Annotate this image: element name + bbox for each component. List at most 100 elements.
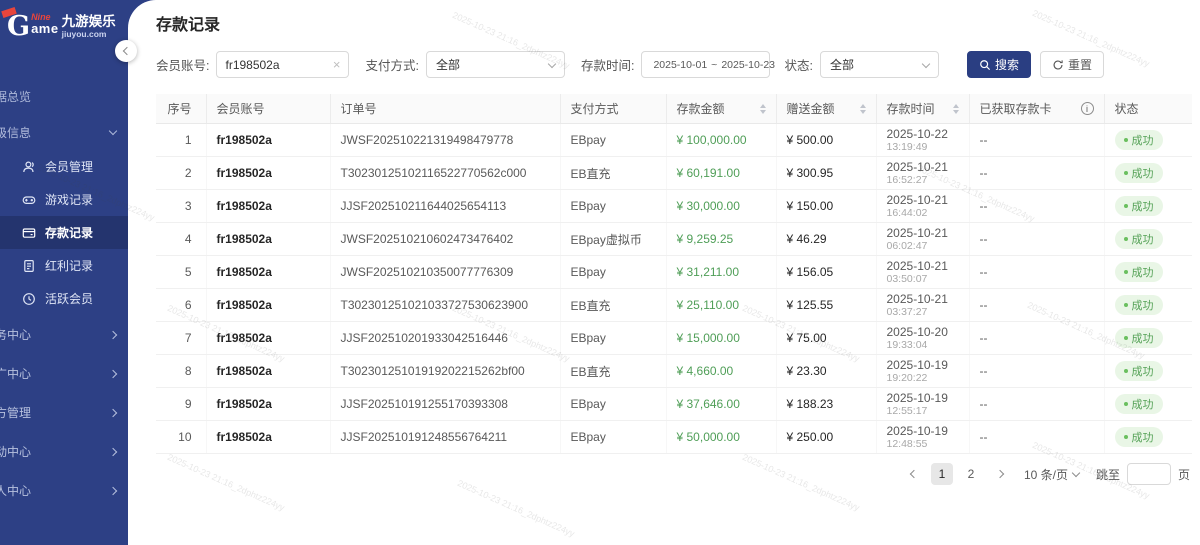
table-row: 9 fr198502a JJSF202510191255170393308 EB… [156,388,1192,421]
cell-order-no: JJSF202510191248556764211 [330,421,560,454]
sidebar-item-game-records[interactable]: 游戏记录 [0,183,128,216]
table-row: 5 fr198502a JWSF202510210350077776309 EB… [156,256,1192,289]
deposit-records-icon [22,226,36,240]
page-button-2[interactable]: 2 [960,463,982,485]
sidebar-item-active-members[interactable]: 活跃会员 [0,282,128,315]
col-deposit-time[interactable]: 存款时间 [876,94,969,124]
table-row: 10 fr198502a JJSF202510191248556764211 E… [156,421,1192,454]
sidebar-item-label: 据总览 [0,88,31,105]
cell-order-no: T302301251021033727530623900 [330,289,560,322]
chevron-down-icon [109,126,117,134]
sidebar-item-member-management[interactable]: 会员管理 [0,150,128,183]
sidebar-item-label: 人中心 [0,482,31,499]
pay-method-label: 支付方式: [365,55,418,74]
page-button-1[interactable]: 1 [931,463,953,485]
cell-deposit-amount: ¥ 15,000.00 [666,322,776,355]
main-content: 存款记录 会员账号: × 支付方式: 全部 存款时间: 2025-10-01 ~… [128,0,1200,545]
sort-icon[interactable] [760,104,766,114]
clear-input-icon[interactable]: × [333,58,341,71]
reset-button[interactable]: 重置 [1040,51,1104,78]
status-text: 成功 [1132,297,1154,313]
jump-page-input[interactable] [1127,463,1171,485]
table-row: 6 fr198502a T302301251021033727530623900… [156,289,1192,322]
members-icon [22,160,36,174]
table-row: 1 fr198502a JWSF202510221319498479778 EB… [156,124,1192,157]
table-header-row: 序号 会员账号 订单号 支付方式 存款金额 赠送金额 存款时间 已获取存款卡i … [156,94,1192,124]
cell-account: fr198502a [206,289,330,322]
col-bonus-amount[interactable]: 赠送金额 [776,94,876,124]
cell-status: 成功 [1104,355,1192,388]
table-row: 7 fr198502a JJSF202510201933042516446 EB… [156,322,1192,355]
cell-deposit-amount: ¥ 37,646.00 [666,388,776,421]
cell-order-no: JJSF202510201933042516446 [330,322,560,355]
status-badge: 成功 [1115,295,1163,315]
deposit-time-range-picker[interactable]: 2025-10-01 ~ 2025-10-23 [641,51,770,78]
app-logo[interactable]: G Nine ame 九游娱乐 jiuyou.com [0,0,128,60]
sidebar-item-label: 活跃会员 [45,290,93,307]
cell-status: 成功 [1104,223,1192,256]
status-text: 成功 [1132,429,1154,445]
cell-bonus-amount: ¥ 23.30 [776,355,876,388]
search-button[interactable]: 搜索 [967,51,1031,78]
pay-method-select[interactable]: 全部 [426,51,565,78]
cell-seq: 9 [156,388,206,421]
prev-page-button[interactable] [902,463,924,485]
status-dot-icon [1124,171,1128,175]
sidebar-item-label: 动中心 [0,443,31,460]
cell-deposit-time: 2025-10-21 06:02:47 [876,223,969,256]
status-dot-icon [1124,402,1128,406]
cell-bonus-amount: ¥ 125.55 [776,289,876,322]
sidebar-item-deposit-records[interactable]: 存款记录 [0,216,128,249]
col-account: 会员账号 [206,94,330,124]
cell-seq: 5 [156,256,206,289]
cell-seq: 8 [156,355,206,388]
sidebar-item-personal-center[interactable]: 人中心 [0,471,128,510]
sidebar-item-label: 游戏记录 [45,191,93,208]
status-text: 成功 [1132,264,1154,280]
col-status: 状态 [1104,94,1192,124]
cell-account: fr198502a [206,124,330,157]
cell-bonus-amount: ¥ 150.00 [776,190,876,223]
sort-icon[interactable] [953,104,959,114]
cell-seq: 6 [156,289,206,322]
sidebar-item-finance-center[interactable]: 务中心 [0,315,128,354]
status-dot-icon [1124,303,1128,307]
jump-to-label: 跳至 [1096,466,1120,483]
cell-account: fr198502a [206,421,330,454]
sidebar-item-bonus-records[interactable]: 红利记录 [0,249,128,282]
chevron-right-icon [109,486,117,494]
next-page-button[interactable] [989,463,1011,485]
info-icon[interactable]: i [1081,102,1094,115]
col-deposit-card: 已获取存款卡i [969,94,1104,124]
sidebar-collapse-button[interactable] [115,40,137,62]
deposit-date: 2025-10-21 [887,259,959,273]
status-select[interactable]: 全部 [820,51,939,78]
status-dot-icon [1124,369,1128,373]
sidebar-item-overview[interactable]: 据总览 [0,78,128,114]
table-row: 3 fr198502a JJSF202510211644025654113 EB… [156,190,1192,223]
cell-account: fr198502a [206,322,330,355]
sidebar-item-activity-center[interactable]: 动中心 [0,432,128,471]
search-button-label: 搜索 [995,56,1019,73]
cell-seq: 3 [156,190,206,223]
sidebar-item-level-info[interactable]: 级信息 [0,114,128,150]
cell-account: fr198502a [206,388,330,421]
sidebar-item-promotion-center[interactable]: 广中心 [0,354,128,393]
deposit-records-table: 序号 会员账号 订单号 支付方式 存款金额 赠送金额 存款时间 已获取存款卡i … [156,94,1192,454]
sidebar-item-label: 广中心 [0,365,31,382]
page-size-select[interactable]: 10 条/页 [1024,466,1079,483]
sort-icon[interactable] [860,104,866,114]
status-badge: 成功 [1115,394,1163,414]
sidebar-menu: 据总览 级信息 会员管理 游戏记录 存款记录 红利记录 [0,78,128,510]
deposit-date: 2025-10-21 [887,193,959,207]
col-deposit-amount[interactable]: 存款金额 [666,94,776,124]
sidebar-item-thirdparty-management[interactable]: 方管理 [0,393,128,432]
search-icon [979,59,991,71]
member-account-input[interactable] [225,58,320,72]
sidebar: G Nine ame 九游娱乐 jiuyou.com 据总览 级信息 会员管理 [0,0,128,545]
status-badge: 成功 [1115,361,1163,381]
cell-deposit-amount: ¥ 25,110.00 [666,289,776,322]
page-title: 存款记录 [156,11,1192,35]
cell-bonus-amount: ¥ 250.00 [776,421,876,454]
cell-status: 成功 [1104,322,1192,355]
